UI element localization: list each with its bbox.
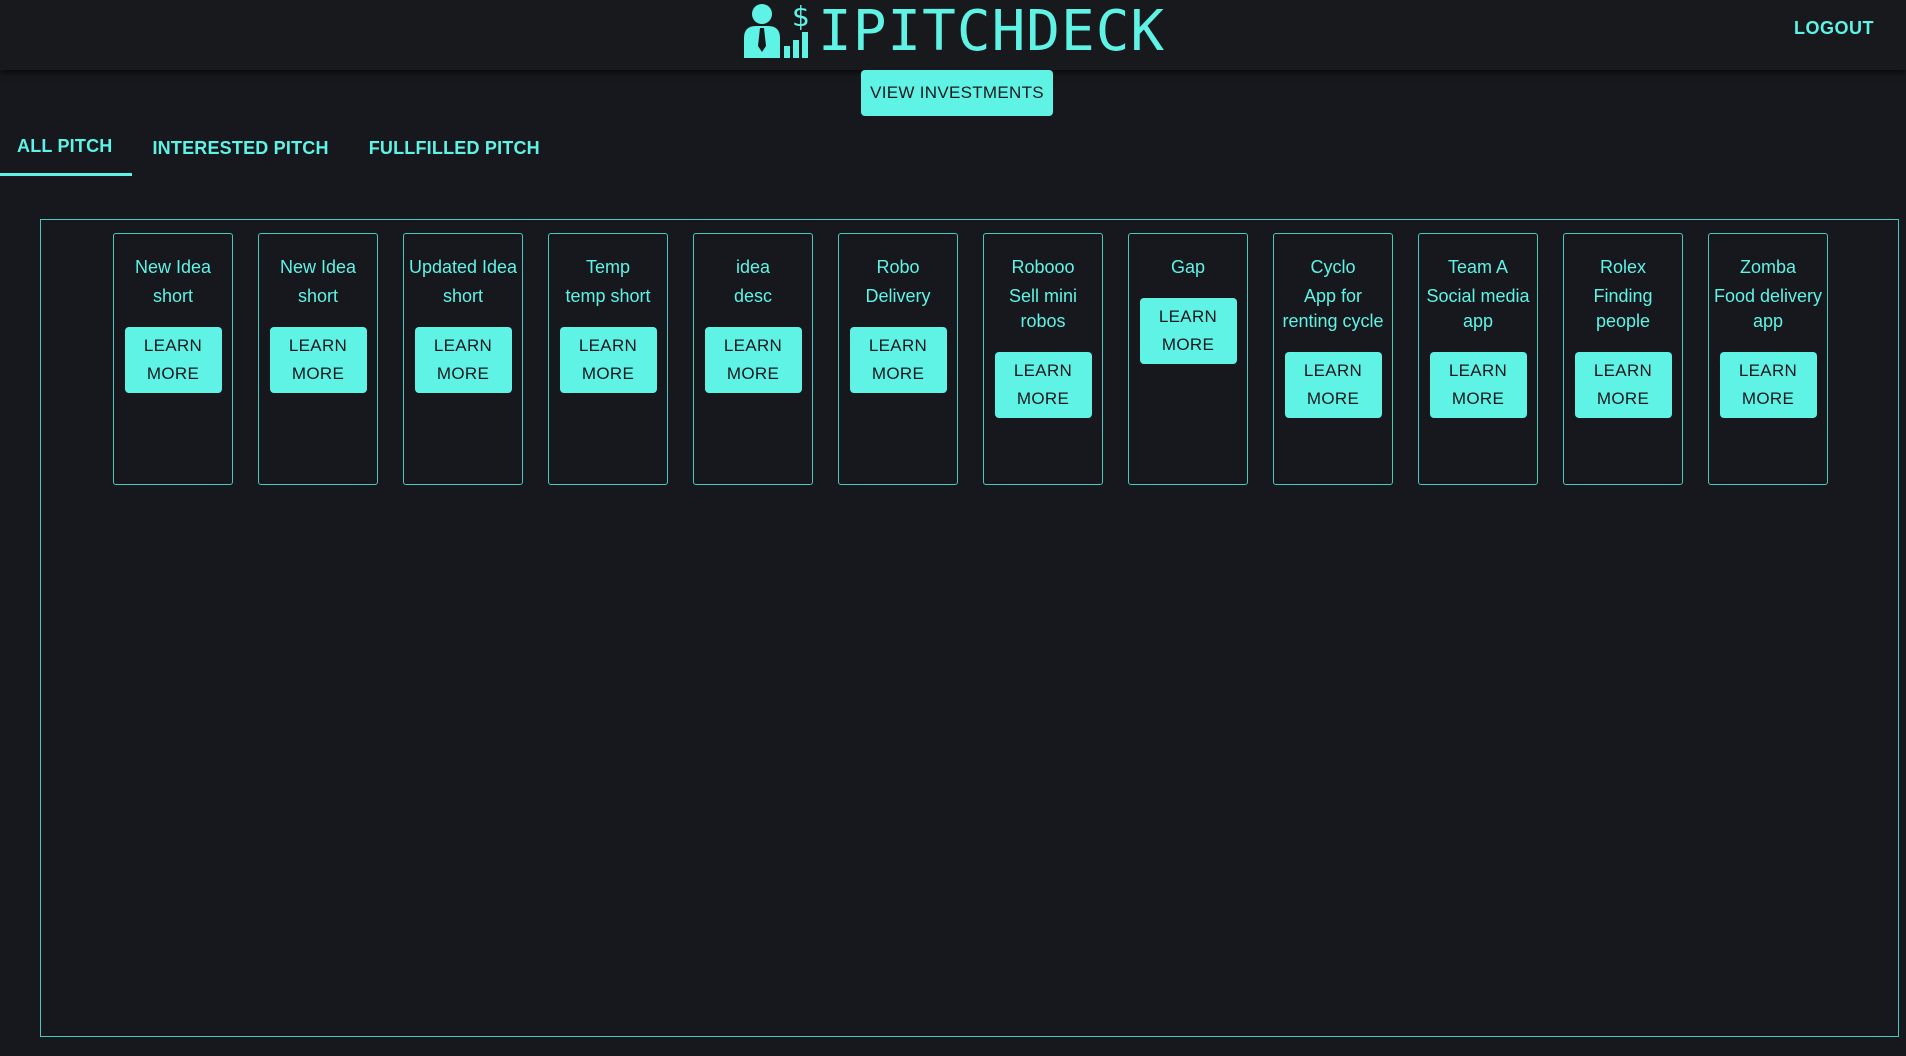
pitch-title: Temp <box>585 257 630 277</box>
brand-name: IPITCHDECK <box>818 0 1166 64</box>
pitch-title: Robooo <box>1011 257 1075 277</box>
learn-more-button[interactable]: LEARN MORE <box>704 327 802 393</box>
pitch-description: Food delivery app <box>1713 286 1823 331</box>
learn-more-button[interactable]: LEARN MORE <box>1719 352 1817 418</box>
pitch-card: Robo Delivery LEARN MORE <box>838 233 958 485</box>
learn-more-button[interactable]: LEARN MORE <box>1574 352 1672 418</box>
view-investments-button[interactable]: VIEW INVESTMENTS <box>861 70 1053 116</box>
pitch-title: Updated Idea <box>408 257 518 277</box>
pitch-card: Gap LEARN MORE <box>1128 233 1248 485</box>
pitch-card: Robooo Sell mini robos LEARN MORE <box>983 233 1103 485</box>
pitch-description: App for renting cycle <box>1282 286 1384 331</box>
pitch-description: short <box>297 286 339 306</box>
brand-logo[interactable]: $ IPITCHDECK <box>740 0 1165 62</box>
learn-more-button[interactable]: LEARN MORE <box>269 327 367 393</box>
svg-text:$: $ <box>792 0 810 33</box>
pitch-title: Robo <box>876 257 920 277</box>
pitch-title: New Idea <box>134 257 212 277</box>
pitch-title: Cyclo <box>1310 257 1356 277</box>
pitch-card: Updated Idea short LEARN MORE <box>403 233 523 485</box>
learn-more-button[interactable]: LEARN MORE <box>124 327 222 393</box>
learn-more-button[interactable]: LEARN MORE <box>1284 352 1382 418</box>
pitch-card: idea desc LEARN MORE <box>693 233 813 485</box>
pitch-title: idea <box>735 257 771 277</box>
pitch-panel: New Idea short LEARN MORE New Idea short… <box>40 219 1899 1037</box>
tab-interested-pitch[interactable]: INTERESTED PITCH <box>132 120 348 176</box>
learn-more-button[interactable]: LEARN MORE <box>1139 298 1237 364</box>
pitch-title: Gap <box>1170 257 1206 277</box>
pitch-card: New Idea short LEARN MORE <box>258 233 378 485</box>
pitch-description: short <box>442 286 484 306</box>
pitch-card-list: New Idea short LEARN MORE New Idea short… <box>113 233 1828 485</box>
pitch-description: desc <box>733 286 773 306</box>
pitch-description: temp short <box>565 286 651 306</box>
pitch-card: Cyclo App for renting cycle LEARN MORE <box>1273 233 1393 485</box>
pitch-description: Delivery <box>865 286 931 306</box>
tab-fullfilled-pitch[interactable]: FULLFILLED PITCH <box>349 120 560 176</box>
pitch-card: New Idea short LEARN MORE <box>113 233 233 485</box>
pitch-description: Social media app <box>1426 286 1530 331</box>
investor-chart-dollar-icon: $ <box>740 0 814 62</box>
learn-more-button[interactable]: LEARN MORE <box>1429 352 1527 418</box>
pitch-title: New Idea <box>279 257 357 277</box>
learn-more-button[interactable]: LEARN MORE <box>994 352 1092 418</box>
learn-more-button[interactable]: LEARN MORE <box>849 327 947 393</box>
pitch-card: Temp temp short LEARN MORE <box>548 233 668 485</box>
pitch-card: Zomba Food delivery app LEARN MORE <box>1708 233 1828 485</box>
pitch-tabs: ALL PITCH INTERESTED PITCH FULLFILLED PI… <box>0 120 560 176</box>
pitch-card: Team A Social media app LEARN MORE <box>1418 233 1538 485</box>
pitch-title: Zomba <box>1739 257 1797 277</box>
app-header: $ IPITCHDECK LOGOUT <box>0 0 1906 70</box>
pitch-title: Rolex <box>1599 257 1647 277</box>
pitch-description: Sell mini robos <box>1008 286 1078 331</box>
tab-all-pitch[interactable]: ALL PITCH <box>0 120 133 176</box>
logout-button[interactable]: LOGOUT <box>1794 18 1874 39</box>
pitch-card: Rolex Finding people LEARN MORE <box>1563 233 1683 485</box>
pitch-description: short <box>152 286 194 306</box>
pitch-title: Team A <box>1447 257 1509 277</box>
pitch-description: Finding people <box>1593 286 1653 331</box>
learn-more-button[interactable]: LEARN MORE <box>559 327 657 393</box>
learn-more-button[interactable]: LEARN MORE <box>414 327 512 393</box>
